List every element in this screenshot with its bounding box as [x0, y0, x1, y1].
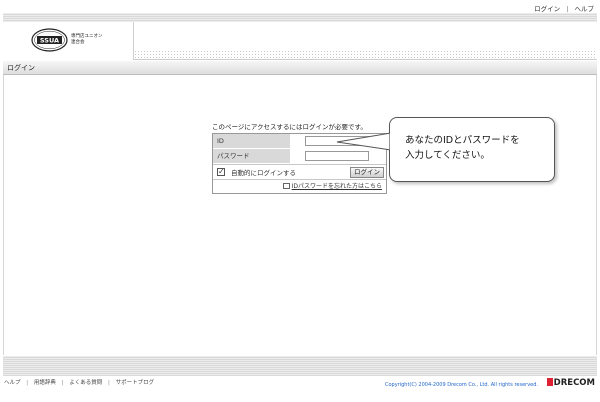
- login-form: このページにアクセスするにはログインが必要です。 ID パスワード ✓ 自動的に…: [212, 121, 392, 194]
- id-label: ID: [213, 134, 291, 148]
- forgot-row: IDパスワードを忘れた方はこちら: [213, 179, 386, 193]
- drecom-logo[interactable]: DRECOM: [546, 378, 595, 388]
- password-input[interactable]: [305, 151, 369, 161]
- id-row: ID: [213, 134, 386, 149]
- password-field-cell: [291, 149, 386, 163]
- header: SSUA 専門店ユニオン 連合会: [3, 22, 597, 60]
- footer-link-support-blog[interactable]: サポートブログ: [116, 380, 155, 386]
- login-box: ID パスワード ✓ 自動的にログインする ログイン IDパスワードを忘れた方は…: [212, 133, 387, 194]
- login-required-notice: このページにアクセスするにはログインが必要です。: [212, 123, 367, 131]
- auto-login-row: ✓ 自動的にログインする ログイン: [213, 164, 386, 179]
- footer-separator: |: [26, 380, 29, 386]
- help-callout: あなたのIDとパスワードを 入力してください。: [389, 117, 555, 182]
- login-button[interactable]: ログイン: [350, 166, 384, 178]
- drecom-mark-icon: [546, 378, 553, 386]
- footer-link-help[interactable]: ヘルプ: [4, 380, 21, 386]
- id-field-cell: [291, 134, 386, 148]
- password-label: パスワード: [213, 149, 291, 163]
- footer-links: ヘルプ | 用語辞典 | よくある質問 | サポートブログ: [4, 378, 154, 386]
- top-nav-separator: |: [566, 5, 569, 13]
- logo[interactable]: SSUA 専門店ユニオン 連合会: [3, 22, 134, 60]
- footer-separator: |: [61, 380, 64, 386]
- copyright-text: Copyright(C) 2004-2009 Drecom Co., Ltd. …: [384, 382, 538, 388]
- header-dot-pattern: [134, 50, 597, 59]
- logo-emblem-text: SSUA: [40, 37, 59, 45]
- brand-name: DRECOM: [553, 378, 595, 388]
- page-title: ログイン: [7, 64, 35, 72]
- ssua-emblem-icon: SSUA: [31, 28, 68, 52]
- header-stripe: [3, 13, 597, 22]
- footer-stripe: [3, 356, 597, 376]
- footer-link-glossary[interactable]: 用語辞典: [34, 380, 56, 386]
- book-icon: [282, 183, 290, 189]
- id-input[interactable]: [305, 136, 369, 146]
- top-nav: ログイン | ヘルプ: [534, 3, 594, 13]
- password-row: パスワード: [213, 149, 386, 164]
- top-help-link[interactable]: ヘルプ: [575, 5, 595, 13]
- auto-login-checkbox[interactable]: ✓: [217, 168, 225, 176]
- logo-text: 専門店ユニオン 連合会: [71, 34, 103, 46]
- page-title-bar: ログイン: [3, 61, 597, 75]
- header-banner-area: [134, 22, 597, 60]
- auto-login-label[interactable]: 自動的にログインする: [231, 167, 350, 177]
- footer-link-faq[interactable]: よくある質問: [69, 380, 102, 386]
- logo-line-2: 連合会: [71, 40, 85, 45]
- footer-separator: |: [108, 380, 110, 386]
- callout-line-1: あなたのIDとパスワードを: [405, 135, 520, 146]
- callout-line-2: 入力してください。: [405, 150, 490, 161]
- forgot-password-link[interactable]: IDパスワードを忘れた方はこちら: [292, 183, 382, 190]
- top-login-link[interactable]: ログイン: [534, 5, 560, 13]
